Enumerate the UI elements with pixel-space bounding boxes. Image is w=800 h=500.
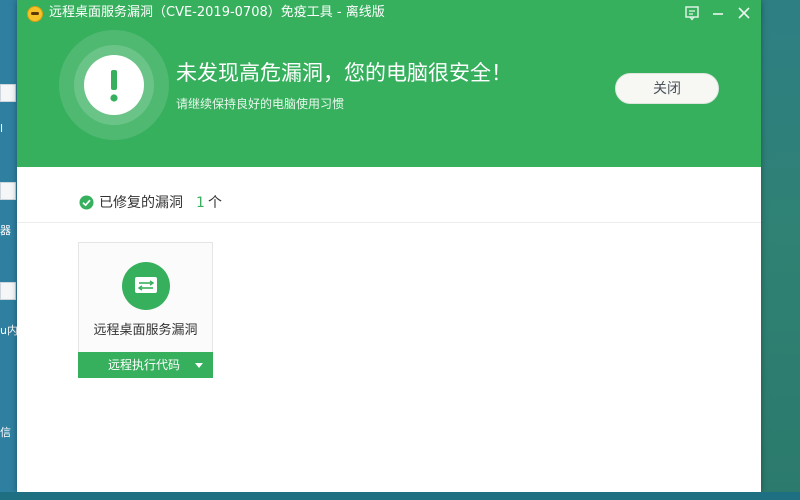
desktop-icon-label: 信 xyxy=(0,426,11,439)
fixed-label: 已修复的漏洞 xyxy=(99,195,183,211)
result-headline: 未发现高危漏洞，您的电脑很安全！ xyxy=(176,61,512,85)
vulnerability-type-dropdown[interactable]: 远程执行代码 xyxy=(78,352,213,378)
desktop-icon-label: u内 xyxy=(0,324,18,337)
desktop-icon[interactable] xyxy=(0,182,16,200)
window-title: 远程桌面服务漏洞（CVE-2019-0708）免疫工具 - 离线版 xyxy=(49,5,385,20)
desktop-icon[interactable] xyxy=(0,282,16,300)
fixed-unit: 个 xyxy=(208,195,222,211)
vulnerability-card[interactable]: 远程桌面服务漏洞 远程执行代码 xyxy=(78,242,213,378)
desktop-icon[interactable] xyxy=(0,84,16,102)
fixed-count: 1 xyxy=(196,195,205,211)
desktop-right-area xyxy=(760,0,800,500)
exclamation-icon xyxy=(84,55,144,115)
remote-desktop-icon xyxy=(122,262,170,310)
taskbar-edge xyxy=(0,492,800,500)
check-circle-icon xyxy=(79,195,94,210)
title-bar[interactable]: 远程桌面服务漏洞（CVE-2019-0708）免疫工具 - 离线版 xyxy=(17,0,761,26)
status-header: 远程桌面服务漏洞（CVE-2019-0708）免疫工具 - 离线版 未发现高危漏… xyxy=(17,0,761,167)
vulnerability-type-label: 远程执行代码 xyxy=(108,358,181,372)
chevron-down-icon xyxy=(195,363,203,368)
section-divider xyxy=(17,222,761,223)
minimize-icon[interactable] xyxy=(709,4,727,22)
close-icon[interactable] xyxy=(735,4,753,22)
close-button[interactable]: 关闭 xyxy=(615,73,719,104)
app-window: 远程桌面服务漏洞（CVE-2019-0708）免疫工具 - 离线版 未发现高危漏… xyxy=(17,0,761,492)
desktop-icon-label: 器 xyxy=(0,224,11,237)
fixed-summary: 已修复的漏洞 1 个 xyxy=(17,188,761,218)
desktop-icon-label: l xyxy=(0,122,4,135)
result-subline: 请继续保持良好的电脑使用习惯 xyxy=(176,97,345,111)
app-logo-icon xyxy=(27,6,43,22)
vulnerability-title: 远程桌面服务漏洞 xyxy=(93,323,198,338)
feedback-icon[interactable] xyxy=(683,4,701,22)
